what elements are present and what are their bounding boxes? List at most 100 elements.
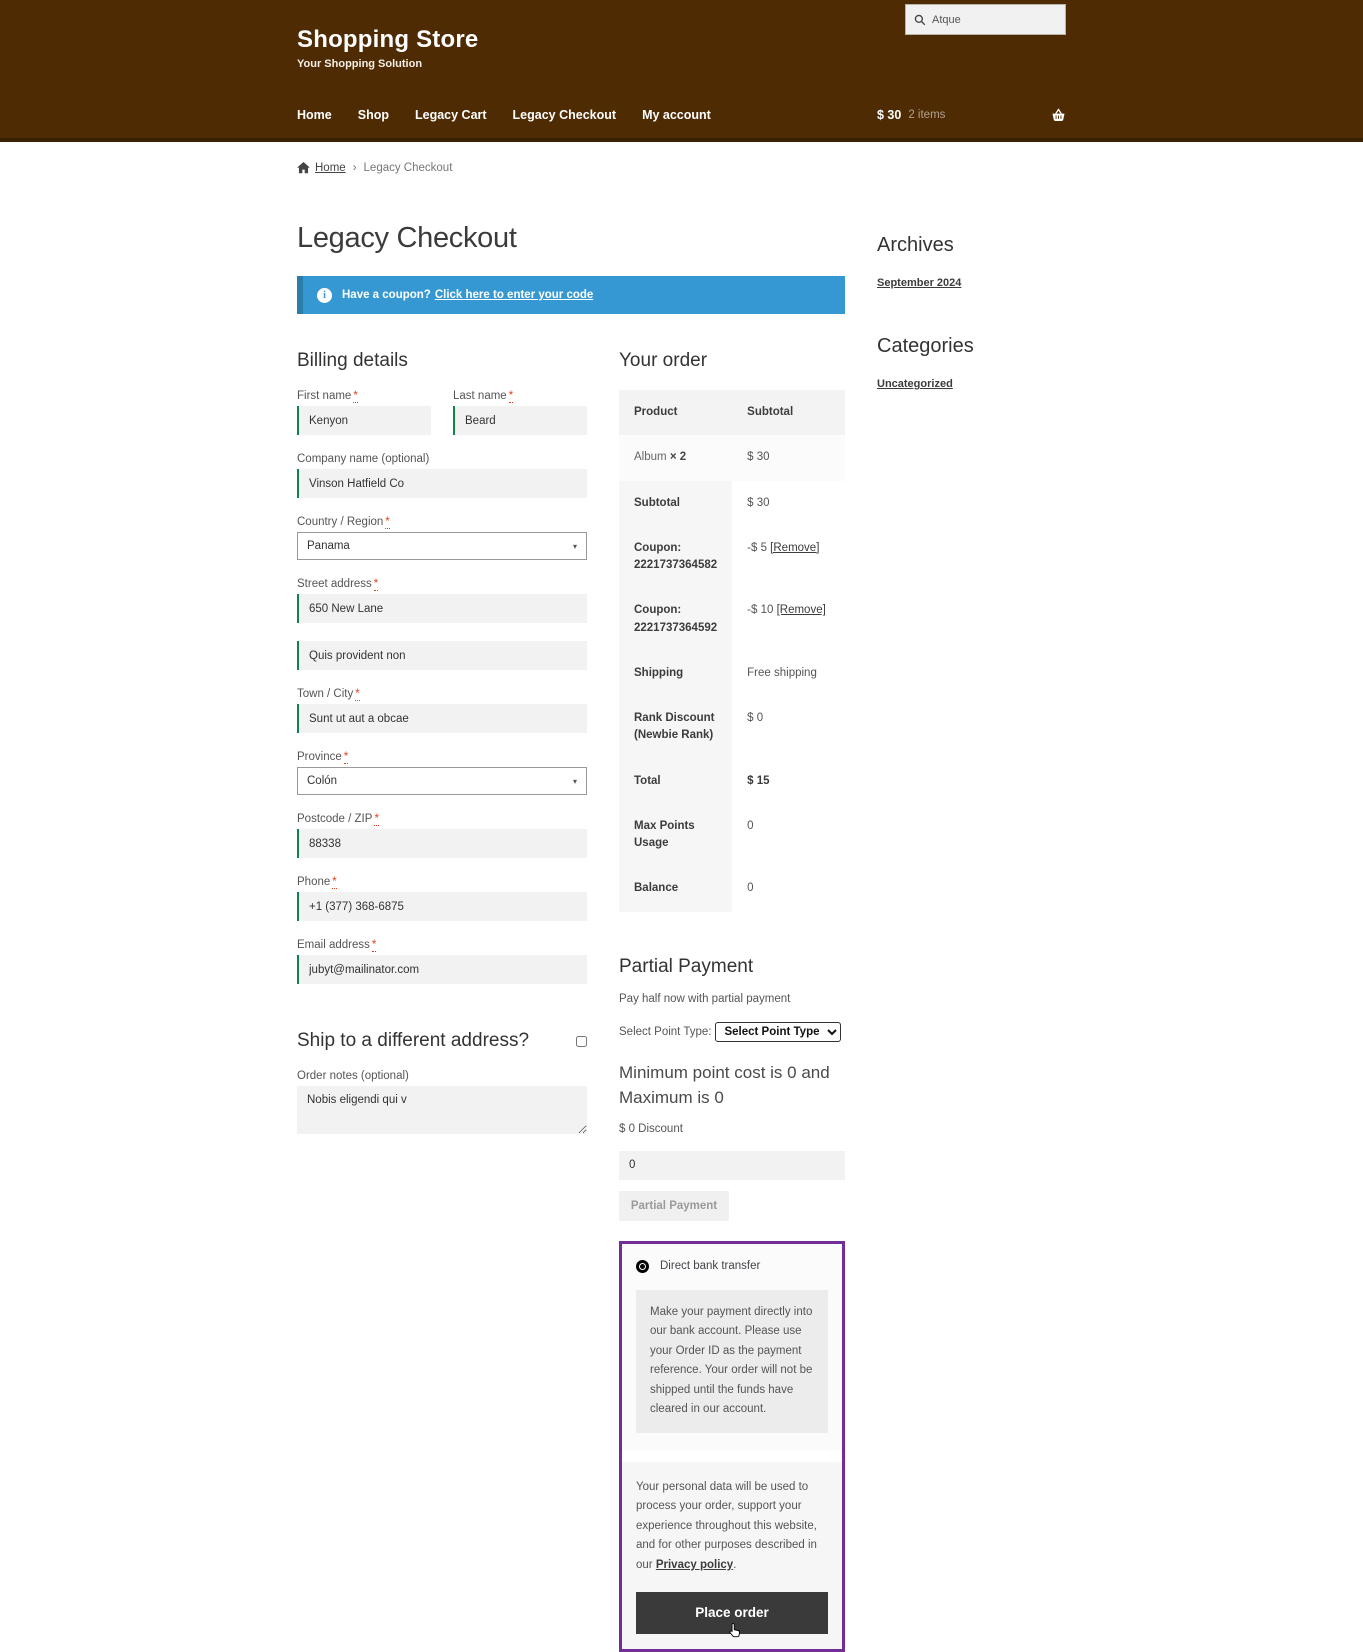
billing-details-section: Billing details First name* Last name* C…: [297, 350, 587, 1652]
required-marker: *: [332, 876, 337, 889]
hand-cursor-icon: [727, 1622, 742, 1642]
phone-group: Phone *: [297, 876, 587, 921]
header-search[interactable]: [905, 4, 1066, 35]
country-select-value: Panama: [307, 540, 350, 552]
breadcrumb-home-label: Home: [315, 162, 346, 174]
company-label: Company name (optional): [297, 453, 430, 465]
remove-coupon-link[interactable]: [Remove]: [777, 604, 826, 616]
postcode-label: Postcode / ZIP *: [297, 813, 379, 826]
archives-heading: Archives: [877, 234, 954, 256]
payment-method-description: Make your payment directly into our bank…: [636, 1289, 828, 1433]
postcode-input[interactable]: [297, 829, 587, 858]
required-marker: *: [371, 939, 377, 952]
site-tagline: Your Shopping Solution: [297, 58, 423, 70]
last-name-input[interactable]: [453, 406, 587, 435]
nav-item-legacy-checkout[interactable]: Legacy Checkout: [513, 108, 617, 122]
city-label: Town / City *: [297, 688, 360, 701]
address1-group: Street address *: [297, 578, 587, 623]
column-product: Product: [619, 390, 733, 436]
breadcrumb-home-link[interactable]: Home: [297, 162, 346, 174]
product-subtotal: $ 30: [732, 435, 845, 481]
table-row-coupon-2: Coupon: 2221737364592 -$ 10 [Remove]: [619, 588, 845, 651]
points-amount-input[interactable]: [619, 1150, 845, 1180]
address2-input[interactable]: [297, 641, 587, 670]
sidebar-item-category-uncategorized[interactable]: Uncategorized: [877, 378, 953, 390]
order-review-table: Product Subtotal Album × 2 $ 30 Subtotal…: [619, 390, 845, 912]
place-order-button[interactable]: Place order: [636, 1591, 828, 1637]
cart-basket-icon[interactable]: [1051, 107, 1066, 123]
postcode-group: Postcode / ZIP *: [297, 813, 587, 858]
nav-item-shop[interactable]: Shop: [358, 108, 389, 122]
payment-method-label: Direct bank transfer: [660, 1260, 761, 1272]
country-label: Country / Region *: [297, 516, 390, 529]
city-group: Town / City *: [297, 688, 587, 733]
phone-input[interactable]: [297, 892, 587, 921]
remove-coupon-link[interactable]: [Remove]: [770, 542, 819, 554]
email-label: Email address *: [297, 939, 377, 952]
email-group: Email address *: [297, 939, 587, 984]
page-title: Legacy Checkout: [297, 222, 517, 254]
coupon-banner-text: Have a coupon? Click here to enter your c…: [342, 289, 594, 301]
privacy-notice: Your personal data will be used to proce…: [636, 1480, 817, 1571]
address1-input[interactable]: [297, 594, 587, 623]
nav-item-my-account[interactable]: My account: [642, 108, 711, 122]
radio-selected-icon[interactable]: [636, 1259, 649, 1273]
payment-methods-box: Direct bank transfer Make your payment d…: [619, 1240, 845, 1652]
point-type-select[interactable]: Select Point Type: [715, 1021, 842, 1042]
point-minmax-text: Minimum point cost is 0 and Maximum is 0: [619, 1062, 830, 1108]
address2-group: [297, 641, 587, 670]
phone-label: Phone *: [297, 876, 337, 889]
site-header: Shopping Store Your Shopping Solution Ho…: [0, 0, 1363, 142]
home-icon: [297, 162, 310, 174]
point-type-label: Select Point Type:: [619, 1025, 712, 1038]
nav-item-legacy-cart[interactable]: Legacy Cart: [415, 108, 487, 122]
coupon-banner: i Have a coupon? Click here to enter your…: [297, 276, 845, 314]
company-group: Company name (optional): [297, 453, 587, 498]
first-name-input[interactable]: [297, 406, 431, 435]
country-select[interactable]: Panama ▾: [297, 532, 587, 560]
company-input[interactable]: [297, 469, 587, 498]
sidebar-item-archive-september-2024[interactable]: September 2024: [877, 277, 961, 289]
table-row-max-points: Max Points Usage 0: [619, 803, 845, 867]
table-row-shipping: Shipping Free shipping: [619, 650, 845, 696]
search-input[interactable]: [932, 13, 1057, 26]
province-group: Province * Colón ▾: [297, 751, 587, 795]
table-row-rank-discount: Rank Discount (Newbie Rank) $ 0: [619, 696, 845, 759]
divider: [622, 1450, 842, 1462]
breadcrumb-current: Legacy Checkout: [363, 162, 453, 174]
ship-different-heading: Ship to a different address?: [297, 1030, 530, 1051]
country-group: Country / Region * Panama ▾: [297, 516, 587, 560]
order-notes-label: Order notes (optional): [297, 1070, 409, 1082]
cart-item-row: Album × 2 $ 30: [619, 435, 845, 481]
privacy-policy-link[interactable]: Privacy policy: [656, 1559, 733, 1571]
nav-item-home[interactable]: Home: [297, 108, 332, 122]
sidebar: Archives September 2024 Categories Uncat…: [877, 234, 1066, 1652]
your-order-heading: Your order: [619, 350, 708, 371]
column-subtotal: Subtotal: [732, 390, 845, 436]
required-marker: *: [373, 578, 379, 591]
required-marker: *: [353, 390, 358, 403]
main-nav: Home Shop Legacy Cart Legacy Checkout My…: [297, 92, 1066, 138]
table-row-balance: Balance 0: [619, 866, 845, 912]
table-row-subtotal: Subtotal $ 30: [619, 480, 845, 526]
coupon-banner-link[interactable]: Click here to enter your code: [435, 289, 594, 301]
chevron-down-icon: ▾: [572, 541, 577, 551]
email-field[interactable]: [297, 955, 587, 984]
cart-items-count: 2 items: [908, 109, 946, 121]
required-marker: *: [355, 688, 360, 701]
province-select[interactable]: Colón ▾: [297, 767, 587, 795]
product-name: Album: [634, 451, 667, 464]
your-order-section: Your order Product Subtotal Album × 2 $: [619, 350, 845, 1652]
payment-method-option[interactable]: Direct bank transfer: [636, 1259, 828, 1273]
partial-payment-button[interactable]: Partial Payment: [619, 1190, 729, 1221]
ship-different-checkbox[interactable]: [576, 1035, 587, 1047]
cart-total[interactable]: $ 30: [877, 108, 901, 122]
city-input[interactable]: [297, 704, 587, 733]
table-row-total: Total $ 15: [619, 758, 845, 804]
order-notes-group: Order notes (optional) Nobis eligendi qu…: [297, 1070, 587, 1137]
last-name-group: Last name *: [453, 390, 587, 435]
last-name-label: Last name *: [453, 390, 514, 403]
province-select-value: Colón: [307, 775, 338, 787]
order-notes-textarea[interactable]: Nobis eligendi qui v: [297, 1086, 587, 1134]
breadcrumb-separator: ›: [352, 162, 357, 174]
